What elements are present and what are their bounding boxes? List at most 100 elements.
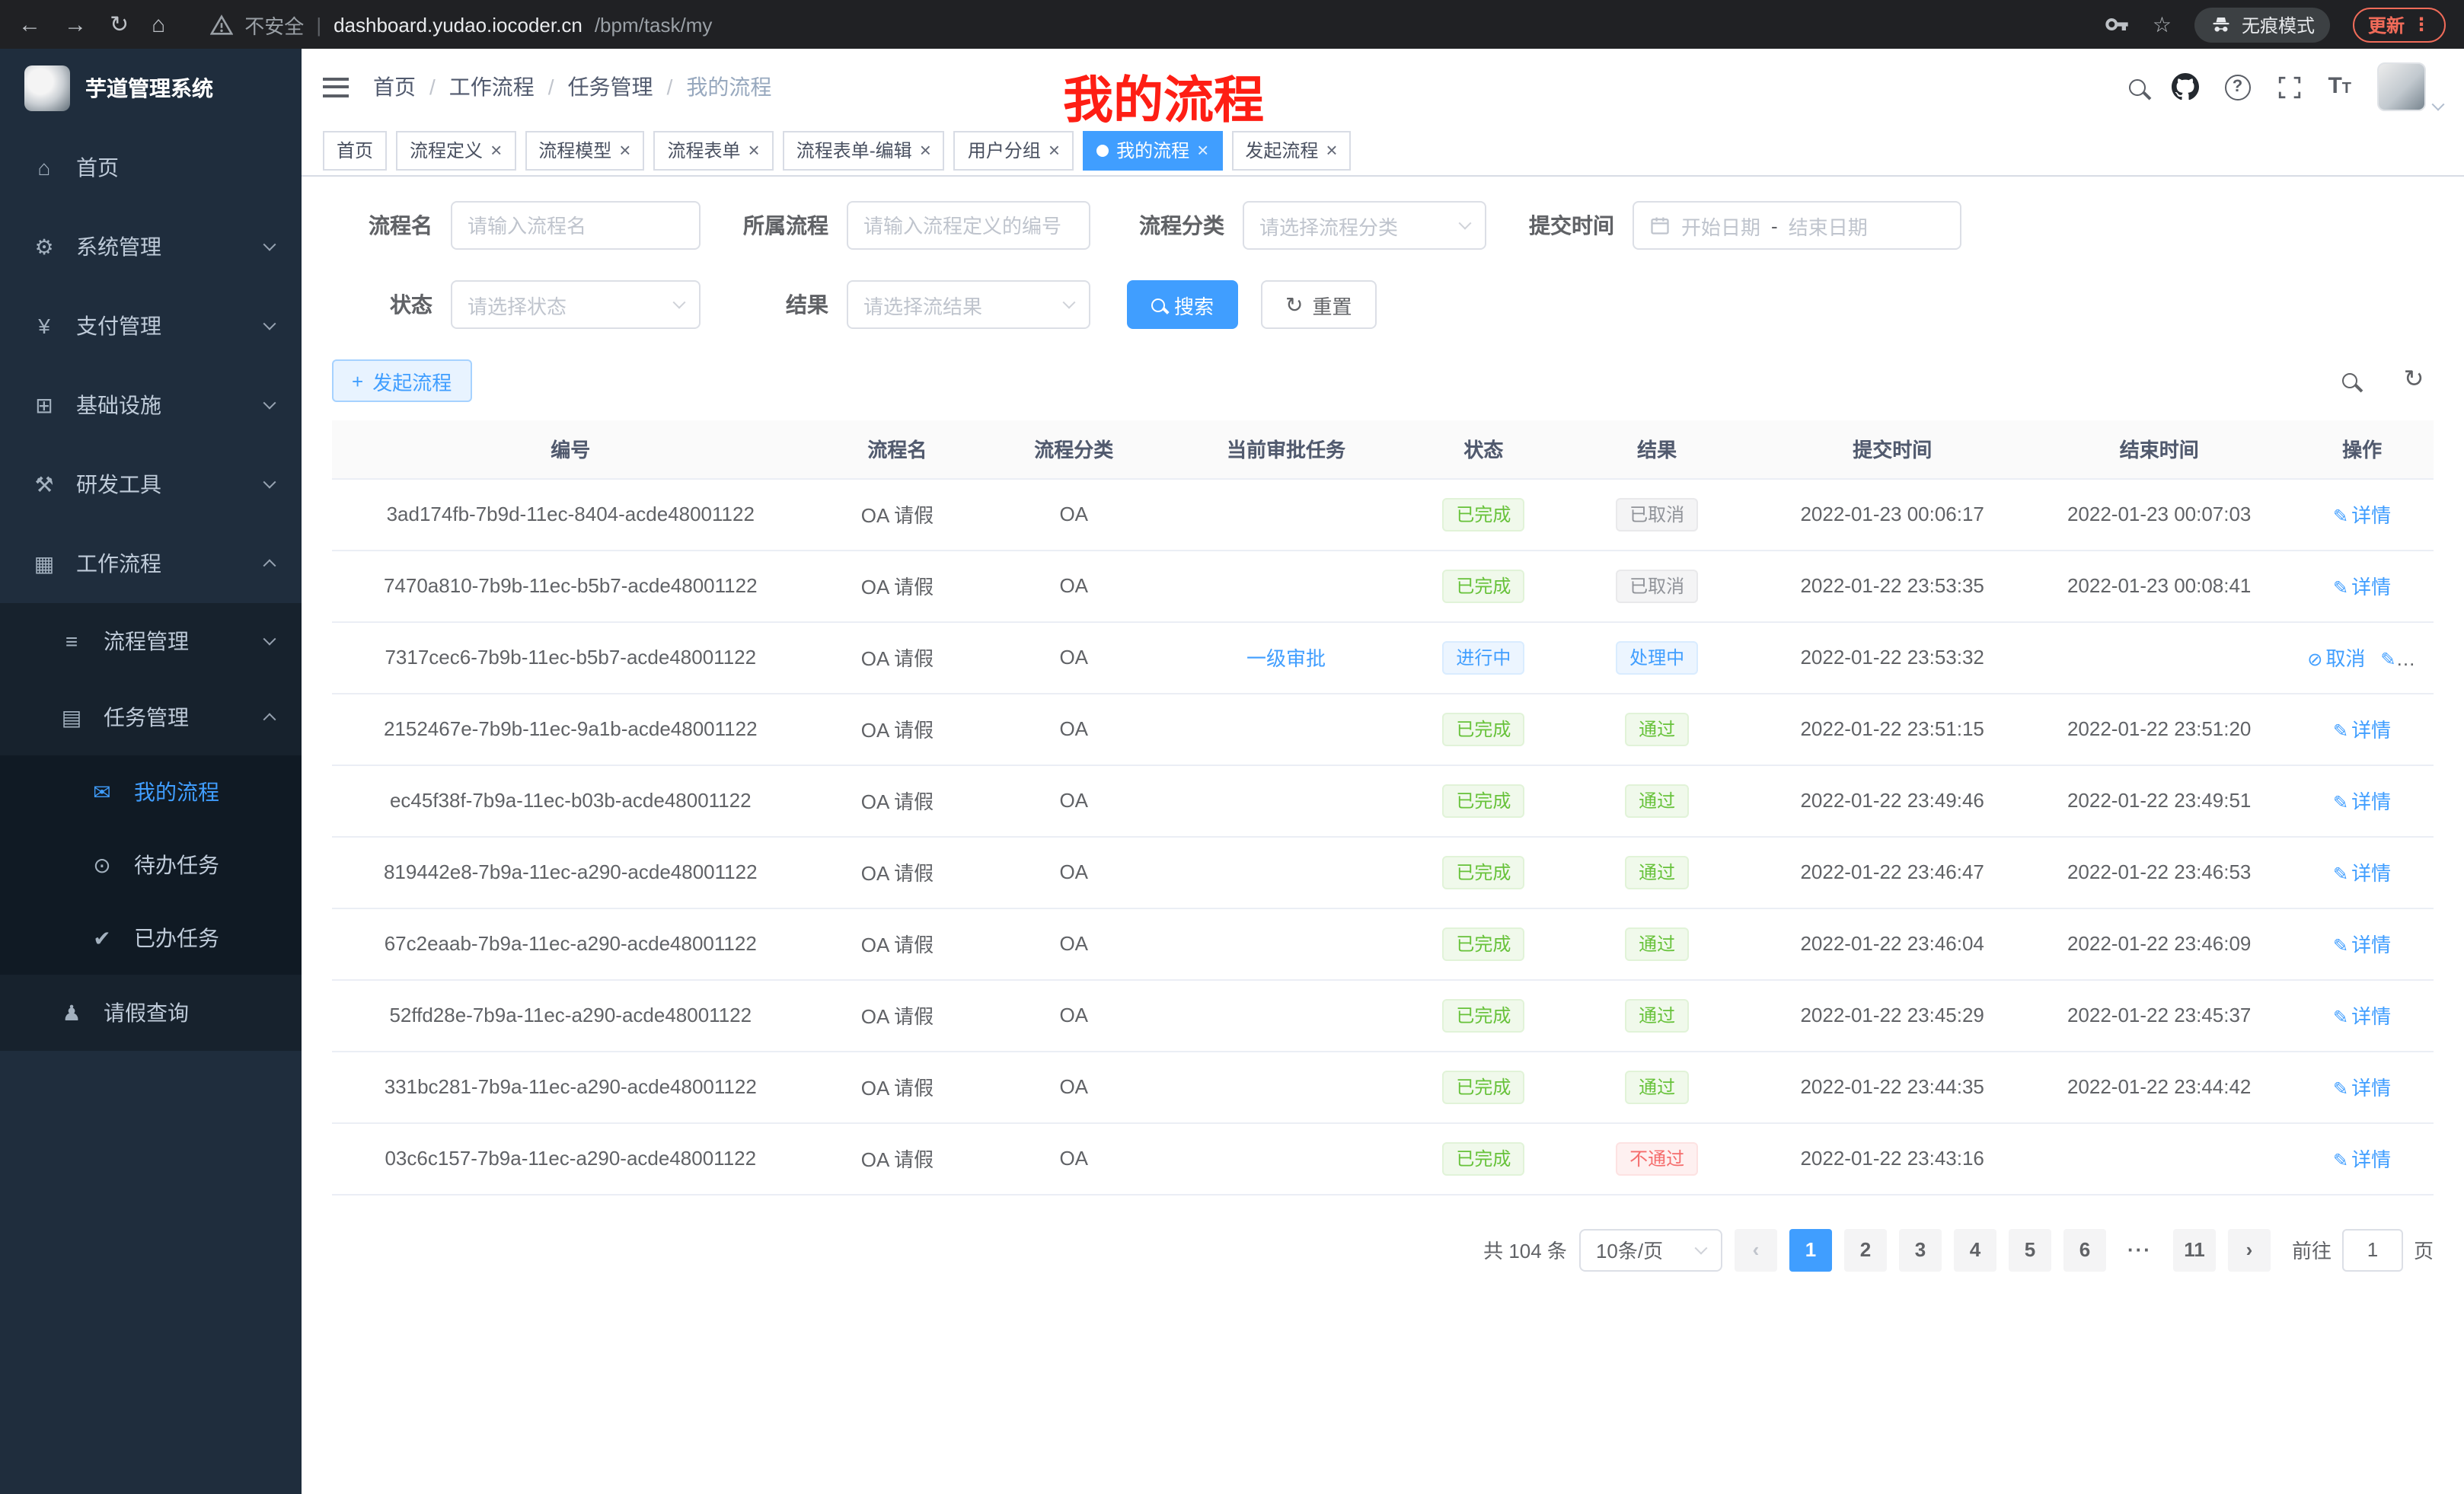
search-button[interactable]: 搜索	[1127, 280, 1238, 329]
sidebar-item-label: 支付管理	[76, 311, 161, 341]
font-size-icon[interactable]: TT	[2328, 73, 2351, 101]
detail-link[interactable]: ✎详情	[2333, 862, 2391, 885]
browser-back-icon[interactable]: ←	[18, 11, 41, 37]
cell-id: 52ffd28e-7b9a-11ec-a290-acde48001122	[332, 979, 809, 1051]
user-menu[interactable]	[2377, 62, 2443, 111]
breadcrumb-item[interactable]: 工作流程	[449, 72, 535, 102]
current-task-link[interactable]: 一级审批	[1246, 647, 1326, 670]
tab-process-form[interactable]: 流程表单×	[653, 130, 773, 170]
detail-link[interactable]: ✎详情	[2333, 504, 2391, 527]
tab-label: 我的流程	[1116, 137, 1189, 163]
tab-user-group[interactable]: 用户分组×	[954, 130, 1074, 170]
owner-process-input[interactable]	[863, 214, 1074, 237]
page-size-select[interactable]: 10条/页	[1579, 1228, 1722, 1271]
process-name-input[interactable]	[468, 214, 684, 237]
sidebar-toggle-icon[interactable]	[323, 77, 349, 97]
cell-current-task	[1162, 1122, 1410, 1194]
address-bar[interactable]: 不安全 | dashboard.yudao.iocoder.cn/bpm/tas…	[209, 10, 712, 39]
show-search-icon[interactable]	[2330, 361, 2370, 401]
detail-link[interactable]: ✎详情	[2333, 1005, 2391, 1028]
sidebar-item-home[interactable]: ⌂首页	[0, 128, 302, 207]
detail-link[interactable]: ✎详情	[2333, 719, 2391, 742]
result-select[interactable]: 请选择流结果	[847, 280, 1090, 329]
tab-close-icon[interactable]: ×	[619, 140, 630, 160]
sidebar-item-leave-query[interactable]: ♟请假查询	[0, 975, 302, 1051]
detail-link[interactable]: ✎详情	[2333, 790, 2391, 813]
reset-button[interactable]: ↻ 重置	[1261, 280, 1377, 329]
cell-id: 7470a810-7b9b-11ec-b5b7-acde48001122	[332, 550, 809, 621]
browser-menu-icon[interactable]: ⋮	[2412, 14, 2430, 35]
status-badge: 已完成	[1442, 855, 1524, 889]
pagination-page-2[interactable]: 2	[1844, 1228, 1887, 1271]
tab-process-model[interactable]: 流程模型×	[525, 130, 644, 170]
browser-reload-icon[interactable]: ↻	[110, 11, 129, 38]
tab-close-icon[interactable]: ×	[1048, 140, 1060, 160]
sidebar-item-my-process[interactable]: ✉我的流程	[0, 755, 302, 828]
detail-link[interactable]: ✎详情	[2333, 1077, 2391, 1100]
github-icon[interactable]	[2171, 73, 2198, 101]
pagination-page-5[interactable]: 5	[2009, 1228, 2051, 1271]
pagination-page-3[interactable]: 3	[1899, 1228, 1942, 1271]
sidebar-item-done-tasks[interactable]: ✔已办任务	[0, 902, 302, 975]
pagination-ellipsis[interactable]: ···	[2118, 1228, 2161, 1271]
sidebar-item-process-manage[interactable]: ≡流程管理	[0, 603, 302, 679]
sidebar-item-infrastructure[interactable]: ⊞基础设施	[0, 366, 302, 445]
tab-start-process[interactable]: 发起流程×	[1231, 130, 1351, 170]
breadcrumb-item: 我的流程	[686, 72, 771, 102]
bookmark-star-icon[interactable]: ☆	[2153, 11, 2172, 37]
submit-time-range-picker[interactable]: 开始日期 - 结束日期	[1633, 201, 1961, 250]
pagination-page-6[interactable]: 6	[2063, 1228, 2106, 1271]
sidebar-item-workflow[interactable]: ▦工作流程	[0, 524, 302, 603]
pagination-page-1[interactable]: 1	[1789, 1228, 1832, 1271]
refresh-icon[interactable]: ↻	[2394, 361, 2434, 401]
detail-link[interactable]: ✎详情	[2380, 647, 2434, 670]
pagination-prev-button[interactable]: ‹	[1735, 1228, 1777, 1271]
sidebar-item-payment[interactable]: ¥支付管理	[0, 286, 302, 366]
tab-close-icon[interactable]: ×	[1197, 140, 1208, 160]
detail-link[interactable]: ✎详情	[2333, 1148, 2391, 1171]
tab-close-icon[interactable]: ×	[920, 140, 931, 160]
cancel-link[interactable]: ⊘取消	[2307, 647, 2365, 670]
tab-process-form-edit[interactable]: 流程表单-编辑×	[783, 130, 945, 170]
pagination-page-4[interactable]: 4	[1954, 1228, 1996, 1271]
cell-status: 已完成	[1410, 1051, 1557, 1122]
tab-process-definition[interactable]: 流程定义×	[396, 130, 515, 170]
breadcrumb-item[interactable]: 任务管理	[568, 72, 653, 102]
tab-my-process[interactable]: 我的流程 ×	[1083, 130, 1222, 170]
browser-home-icon[interactable]: ⌂	[152, 11, 165, 37]
user-avatar[interactable]	[2377, 62, 2426, 111]
help-icon[interactable]: ?	[2224, 74, 2250, 100]
browser-forward-icon[interactable]: →	[64, 11, 87, 37]
detail-link[interactable]: ✎详情	[2333, 576, 2391, 599]
action-label: 详情	[2351, 790, 2391, 813]
submit-time-label: 提交时间	[1523, 210, 1614, 241]
start-process-button[interactable]: + 发起流程	[332, 359, 471, 402]
page-jump-input[interactable]	[2342, 1228, 2403, 1271]
end-date-placeholder: 结束日期	[1789, 211, 1868, 240]
home-icon: ⌂	[30, 155, 58, 180]
sidebar-item-system[interactable]: ⚙系统管理	[0, 207, 302, 286]
browser-update-button[interactable]: 更新 ⋮	[2353, 7, 2446, 42]
cell-id: 03c6c157-7b9a-11ec-a290-acde48001122	[332, 1122, 809, 1194]
breadcrumb-item[interactable]: 首页	[373, 72, 416, 102]
tab-home[interactable]: 首页	[323, 130, 387, 170]
result-badge: 不通过	[1616, 1141, 1698, 1175]
sidebar-item-task-manage[interactable]: ▤任务管理	[0, 679, 302, 755]
process-name-label: 流程名	[332, 210, 432, 241]
tab-close-icon[interactable]: ×	[490, 140, 502, 160]
key-icon[interactable]	[2105, 12, 2130, 37]
fullscreen-icon[interactable]	[2276, 74, 2302, 100]
category-select[interactable]: 请选择流程分类	[1243, 201, 1486, 250]
cell-submit-time: 2022-01-22 23:53:35	[1757, 550, 2028, 621]
sidebar-item-dev-tools[interactable]: ⚒研发工具	[0, 445, 302, 524]
pagination-page-11[interactable]: 11	[2173, 1228, 2216, 1271]
detail-link[interactable]: ✎详情	[2333, 934, 2391, 956]
update-label: 更新	[2368, 11, 2405, 37]
sidebar-item-todo-tasks[interactable]: ⊙待办任务	[0, 828, 302, 902]
search-icon[interactable]	[2128, 78, 2145, 95]
tab-close-icon[interactable]: ×	[1326, 140, 1337, 160]
pagination-next-button[interactable]: ›	[2228, 1228, 2271, 1271]
tab-close-icon[interactable]: ×	[748, 140, 760, 160]
status-select[interactable]: 请选择状态	[451, 280, 701, 329]
person-icon: ♟	[58, 1000, 85, 1026]
